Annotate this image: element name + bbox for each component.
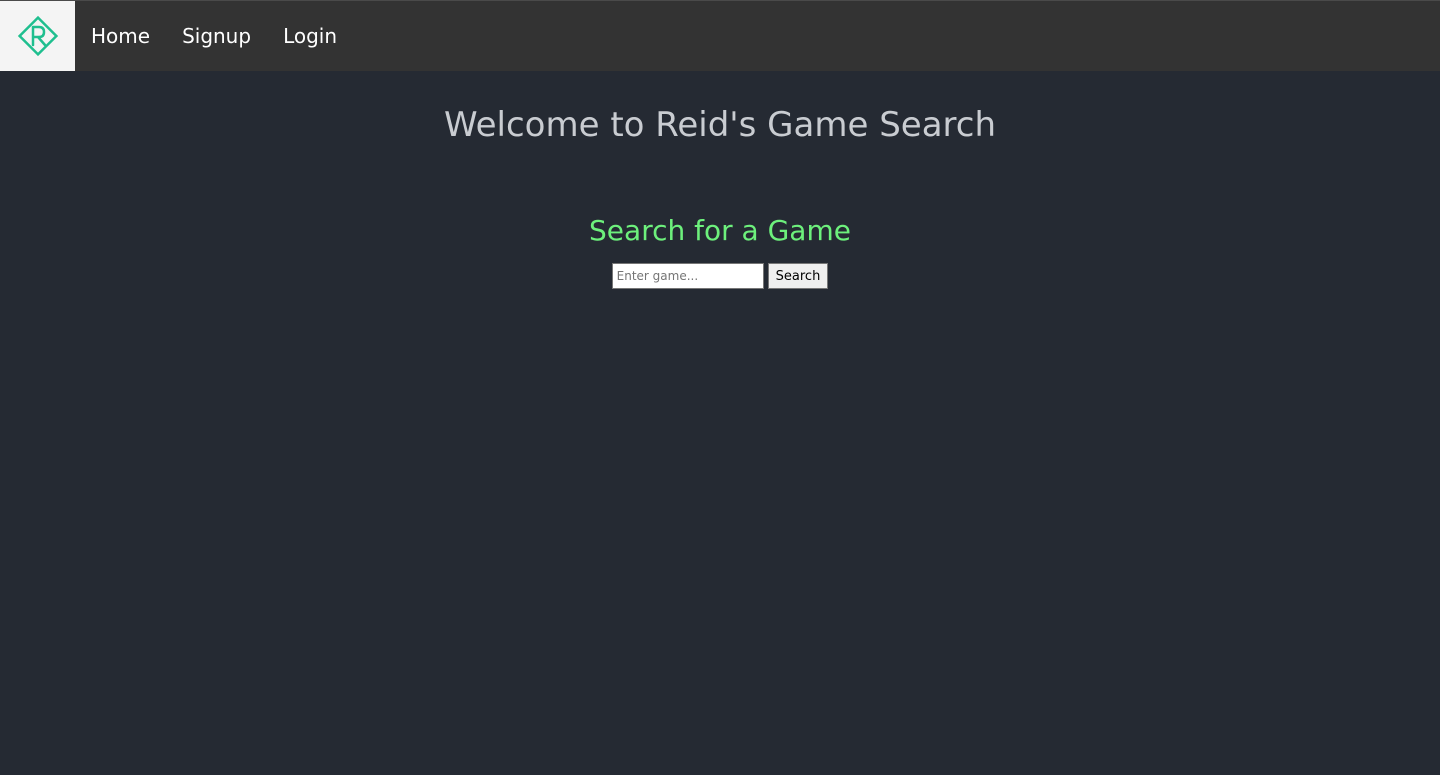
search-button[interactable]: Search [767, 263, 829, 289]
search-form: Search [0, 263, 1440, 289]
nav-link-home[interactable]: Home [75, 1, 166, 71]
page-title: Welcome to Reid's Game Search [443, 105, 997, 145]
game-search-input[interactable] [611, 263, 764, 289]
search-heading: Search for a Game [589, 214, 851, 247]
nav-link-login[interactable]: Login [267, 1, 353, 71]
logo[interactable] [0, 1, 75, 71]
top-navbar: Home Signup Login [0, 0, 1440, 71]
diamond-r-logo-icon [17, 15, 58, 57]
nav-link-signup[interactable]: Signup [166, 1, 267, 71]
